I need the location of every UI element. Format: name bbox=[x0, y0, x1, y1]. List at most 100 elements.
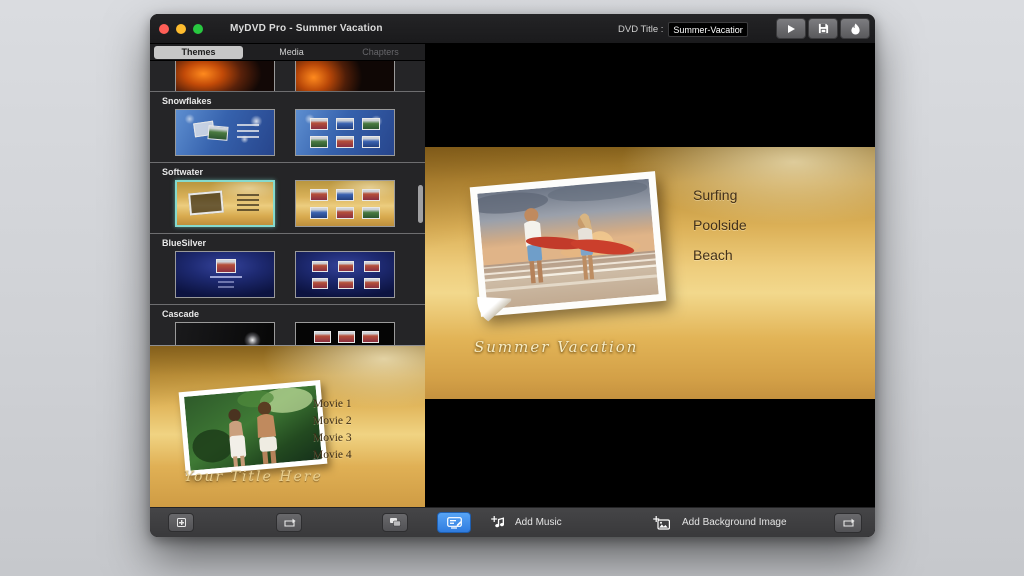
tab-themes-label: Themes bbox=[181, 47, 215, 57]
menu-title[interactable]: Summer Vacation bbox=[474, 338, 638, 356]
image-plus-icon bbox=[653, 516, 670, 530]
mini-thumb bbox=[216, 259, 236, 273]
divider bbox=[150, 233, 425, 234]
mini-thumb bbox=[310, 136, 328, 148]
menu-item-beach[interactable]: Beach bbox=[693, 247, 747, 263]
mini-thumb bbox=[314, 331, 331, 343]
mini-thumb bbox=[362, 136, 380, 148]
divider bbox=[150, 91, 425, 92]
mini-thumb bbox=[362, 207, 380, 219]
tab-themes[interactable]: Themes bbox=[154, 46, 243, 59]
dvd-title-label: DVD Title : bbox=[618, 24, 663, 35]
add-theme-button[interactable] bbox=[168, 513, 194, 532]
zoom-window-button[interactable] bbox=[193, 24, 203, 34]
mini-thumb bbox=[364, 261, 380, 272]
add-music-label[interactable]: Add Music bbox=[515, 517, 562, 528]
mini-thumb bbox=[312, 278, 328, 289]
app-window: MyDVD Pro - Summer Vacation DVD Title : bbox=[150, 14, 875, 537]
theme-row bbox=[150, 109, 425, 156]
divider bbox=[150, 304, 425, 305]
theme-thumbnail[interactable] bbox=[295, 322, 395, 345]
menu-items: Surfing Poolside Beach bbox=[693, 187, 747, 277]
theme-thumbnail[interactable] bbox=[295, 61, 395, 91]
tab-media-label: Media bbox=[279, 47, 304, 57]
divider bbox=[150, 162, 425, 163]
preview-movie-list: Movie 1 Movie 2 Movie 3 Movie 4 bbox=[313, 398, 352, 466]
tab-chapters[interactable]: Chapters bbox=[336, 46, 425, 59]
dvd-menu-canvas[interactable]: Surfing Poolside Beach Summer Vacation bbox=[425, 147, 875, 399]
mini-thumb bbox=[362, 331, 379, 343]
theme-thumbnail-selected[interactable] bbox=[175, 180, 275, 227]
left-toolbar bbox=[150, 507, 425, 537]
tab-media[interactable]: Media bbox=[247, 46, 336, 59]
preview-play-button[interactable] bbox=[776, 18, 806, 39]
menu-photo-frame[interactable] bbox=[470, 171, 667, 317]
preview-photo-frame bbox=[179, 380, 328, 476]
traffic-lights bbox=[159, 24, 203, 34]
theme-section-label: BlueSilver bbox=[162, 238, 425, 248]
loop-icon bbox=[842, 518, 855, 528]
theme-thumbnail[interactable] bbox=[175, 322, 275, 345]
desktop-background: MyDVD Pro - Summer Vacation DVD Title : bbox=[0, 0, 1024, 576]
theme-thumbnail[interactable] bbox=[295, 109, 395, 156]
minimize-window-button[interactable] bbox=[176, 24, 186, 34]
mini-thumb bbox=[207, 125, 228, 141]
theme-row bbox=[150, 251, 425, 298]
window-title: MyDVD Pro - Summer Vacation bbox=[230, 23, 383, 34]
mini-thumb bbox=[338, 261, 354, 272]
mini-thumb bbox=[364, 278, 380, 289]
mini-thumb bbox=[310, 189, 328, 201]
mini-thumb bbox=[336, 118, 354, 130]
add-music-icon-button[interactable] bbox=[491, 516, 506, 530]
theme-preview-panel[interactable]: Movie 1 Movie 2 Movie 3 Movie 4 Your Tit… bbox=[150, 345, 425, 507]
left-panel: Themes Media Chapters bbox=[150, 44, 425, 537]
add-background-icon-button[interactable] bbox=[653, 516, 670, 530]
menu-item-surfing[interactable]: Surfing bbox=[693, 187, 747, 203]
theme-list-scrollbar[interactable] bbox=[418, 185, 423, 223]
menu-item-poolside[interactable]: Poolside bbox=[693, 217, 747, 233]
titlebar: MyDVD Pro - Summer Vacation DVD Title : bbox=[150, 14, 875, 44]
mini-thumb bbox=[362, 118, 380, 130]
close-window-button[interactable] bbox=[159, 24, 169, 34]
save-icon bbox=[818, 23, 829, 34]
burn-icon bbox=[850, 23, 861, 35]
theme-thumbnail[interactable] bbox=[175, 61, 275, 91]
jungle-couple-photo bbox=[184, 385, 322, 470]
plus-icon bbox=[177, 518, 186, 527]
theme-thumbnail[interactable] bbox=[295, 251, 395, 298]
right-toolbar: Add Music Add Background Image bbox=[425, 507, 875, 537]
loop-preview-button[interactable] bbox=[276, 513, 302, 532]
content-area: Themes Media Chapters bbox=[150, 44, 875, 537]
preview-loop-button[interactable] bbox=[834, 513, 862, 533]
loop-icon bbox=[283, 518, 296, 528]
play-icon bbox=[786, 24, 796, 34]
theme-row bbox=[150, 322, 425, 345]
tabbar: Themes Media Chapters bbox=[150, 44, 425, 61]
theme-stack-button[interactable] bbox=[382, 513, 408, 532]
mini-thumb bbox=[312, 261, 328, 272]
preview-movie-item: Movie 1 bbox=[313, 398, 352, 410]
burn-disc-button[interactable] bbox=[840, 18, 870, 39]
add-background-label[interactable]: Add Background Image bbox=[682, 517, 787, 528]
mini-thumb bbox=[336, 189, 354, 201]
dvd-title-input[interactable] bbox=[668, 22, 748, 37]
edit-menu-text-button[interactable] bbox=[437, 512, 471, 533]
mini-thumb bbox=[188, 191, 224, 216]
mini-thumb bbox=[338, 278, 354, 289]
theme-thumbnail[interactable] bbox=[175, 251, 275, 298]
theme-section-label: Softwater bbox=[162, 167, 425, 177]
dvd-title-group: DVD Title : bbox=[618, 22, 748, 37]
mini-thumb bbox=[338, 331, 355, 343]
save-project-button[interactable] bbox=[808, 18, 838, 39]
photo-page-curl bbox=[476, 297, 511, 325]
theme-thumbnail[interactable] bbox=[295, 180, 395, 227]
mini-thumb bbox=[310, 207, 328, 219]
tab-chapters-label: Chapters bbox=[362, 47, 399, 57]
stacked-frames-icon bbox=[389, 517, 402, 528]
mini-thumb bbox=[362, 189, 380, 201]
preview-movie-item: Movie 3 bbox=[313, 432, 352, 444]
theme-row bbox=[150, 180, 425, 227]
main-preview-panel: Surfing Poolside Beach Summer Vacation bbox=[425, 44, 875, 537]
preview-movie-item: Movie 2 bbox=[313, 415, 352, 427]
theme-thumbnail[interactable] bbox=[175, 109, 275, 156]
